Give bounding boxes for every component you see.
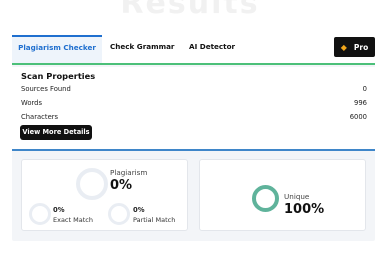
plagiarism-label: Plagiarism xyxy=(110,168,148,177)
pro-label: Pro xyxy=(353,42,369,52)
plagiarism-panel: Plagiarism 0% 0% Exact Match 0% Partial … xyxy=(21,159,188,231)
plagiarism-value: 0% xyxy=(110,178,133,193)
pro-button[interactable]: ◆ Pro xyxy=(334,37,375,57)
unique-panel: Unique 100% xyxy=(199,159,366,231)
characters-label: Characters xyxy=(21,113,59,121)
scan-properties-title: Scan Properties xyxy=(21,71,96,81)
exact-match-ring xyxy=(29,203,51,225)
words-row: Words 996 xyxy=(21,99,367,107)
background-heading: Results xyxy=(120,0,260,21)
tab-bar: Plagiarism Checker Check Grammar AI Dete… xyxy=(12,35,375,65)
exact-match-value: 0% xyxy=(53,206,65,214)
tab-check-grammar[interactable]: Check Grammar xyxy=(110,35,174,63)
plagiarism-ring xyxy=(76,168,108,200)
partial-match-label: Partial Match xyxy=(133,216,176,224)
partial-match-value: 0% xyxy=(133,206,145,214)
results-card: Plagiarism Checker Check Grammar AI Dete… xyxy=(12,35,375,241)
partial-match-ring xyxy=(108,203,130,225)
words-value: 996 xyxy=(354,99,367,107)
unique-ring xyxy=(252,185,279,212)
tab-plagiarism-checker[interactable]: Plagiarism Checker xyxy=(12,35,102,63)
sources-found-label: Sources Found xyxy=(21,85,71,93)
exact-match-label: Exact Match xyxy=(53,216,93,224)
words-label: Words xyxy=(21,99,43,107)
tab-ai-detector[interactable]: AI Detector xyxy=(189,35,235,63)
diamond-icon: ◆ xyxy=(340,42,347,52)
characters-row: Characters 6000 xyxy=(21,113,367,121)
unique-value: 100% xyxy=(284,202,325,217)
unique-label: Unique xyxy=(284,192,310,201)
characters-value: 6000 xyxy=(349,113,367,121)
sources-found-row: Sources Found 0 xyxy=(21,85,367,93)
view-more-details-button[interactable]: View More Details xyxy=(20,125,92,140)
sources-found-value: 0 xyxy=(362,85,367,93)
scan-properties-panel: Scan Properties Sources Found 0 Words 99… xyxy=(12,67,375,151)
